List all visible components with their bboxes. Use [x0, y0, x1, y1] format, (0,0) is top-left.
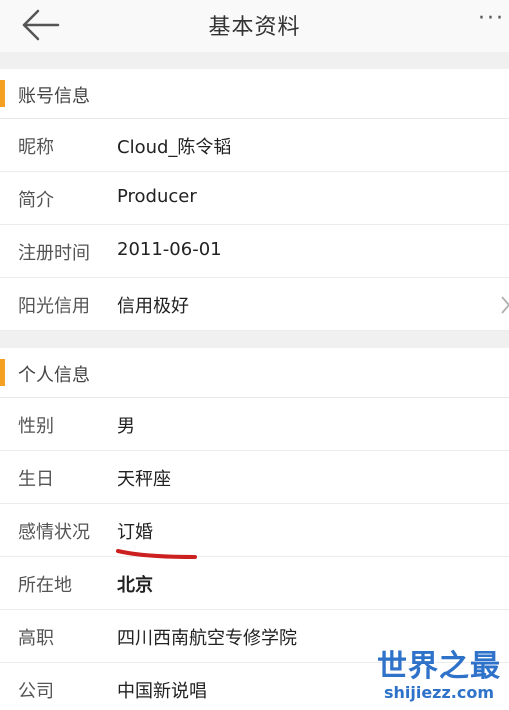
company-value: 中国新说唱: [117, 681, 207, 702]
watermark: 世界之最 shijiezz.com: [377, 650, 501, 702]
row-intro[interactable]: 简介 Producer: [0, 172, 509, 225]
watermark-domain: shijiezz.com: [383, 683, 495, 702]
birthday-value: 天秤座: [117, 469, 171, 490]
red-underline-annotation: [116, 549, 197, 559]
intro-label: 简介: [18, 190, 54, 211]
row-sunshine-credit[interactable]: 阳光信用 信用极好: [0, 278, 509, 331]
location-label: 所在地: [18, 575, 72, 596]
company-label: 公司: [18, 681, 54, 702]
nickname-label: 昵称: [18, 137, 54, 158]
section-gap: [0, 331, 509, 348]
relationship-value: 订婚: [117, 522, 153, 543]
school-label: 高职: [18, 628, 54, 649]
intro-value: Producer: [117, 186, 197, 207]
row-birthday[interactable]: 生日 天秤座: [0, 451, 509, 504]
gender-value: 男: [117, 416, 135, 437]
register-date-value: 2011-06-01: [117, 239, 222, 260]
birthday-label: 生日: [18, 469, 54, 490]
school-value: 四川西南航空专修学院: [117, 628, 297, 649]
sunshine-credit-label: 阳光信用: [18, 296, 90, 317]
more-horizontal-icon[interactable]: ···: [478, 6, 505, 31]
row-gender[interactable]: 性别 男: [0, 398, 509, 451]
row-register-date[interactable]: 注册时间 2011-06-01: [0, 225, 509, 278]
nickname-value: Cloud_陈令韬: [117, 137, 232, 158]
account-section-title: 账号信息: [18, 86, 90, 107]
location-value: 北京: [117, 575, 153, 596]
relationship-label: 感情状况: [18, 522, 90, 543]
register-date-label: 注册时间: [18, 243, 90, 264]
section-accent-bar: [0, 359, 5, 386]
chevron-right-icon: [501, 296, 509, 314]
account-section-header: 账号信息: [0, 69, 509, 119]
row-relationship[interactable]: 感情状况 订婚: [0, 504, 509, 557]
sunshine-credit-value: 信用极好: [117, 296, 189, 317]
page-title: 基本资料: [208, 15, 301, 40]
section-accent-bar: [0, 80, 5, 107]
row-nickname[interactable]: 昵称 Cloud_陈令韬: [0, 119, 509, 172]
section-gap: [0, 52, 509, 69]
gender-label: 性别: [18, 416, 54, 437]
personal-section-title: 个人信息: [18, 365, 90, 386]
row-location[interactable]: 所在地 北京: [0, 557, 509, 610]
watermark-text: 世界之最: [377, 649, 501, 684]
personal-section-header: 个人信息: [0, 348, 509, 398]
top-bar: 基本资料 ···: [0, 0, 509, 52]
